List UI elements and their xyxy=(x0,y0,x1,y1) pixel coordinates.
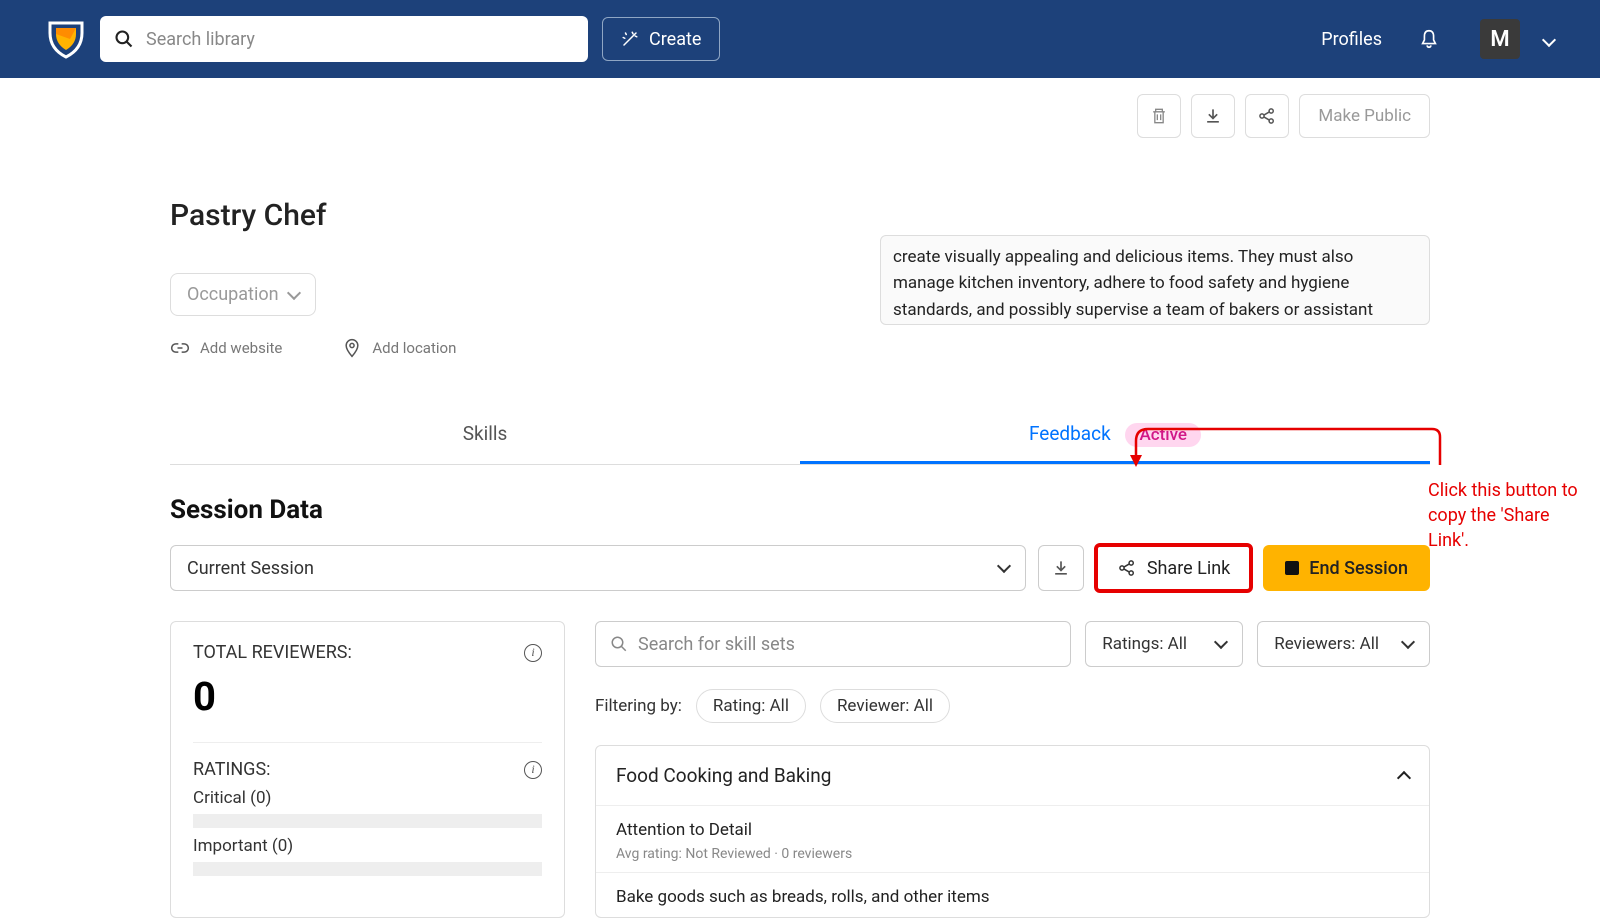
tab-feedback[interactable]: Feedback Active xyxy=(800,408,1430,464)
chevron-down-icon xyxy=(1542,32,1556,46)
chevron-down-icon xyxy=(1214,635,1228,649)
active-badge: Active xyxy=(1125,423,1201,447)
filter-pill-rating[interactable]: Rating: All xyxy=(696,689,806,723)
download-icon xyxy=(1051,558,1071,578)
session-selector-label: Current Session xyxy=(187,558,314,579)
skillset-title: Food Cooking and Baking xyxy=(616,764,831,787)
link-icon xyxy=(170,338,190,358)
share-icon-button[interactable] xyxy=(1245,94,1289,138)
add-website-button[interactable]: Add website xyxy=(170,338,282,358)
annotation-text: Click this button to copy the 'Share Lin… xyxy=(1428,478,1578,554)
library-search-input[interactable] xyxy=(146,29,574,50)
skillset-search-input[interactable] xyxy=(638,634,1056,655)
session-data-heading: Session Data xyxy=(170,495,1430,525)
user-avatar[interactable]: M xyxy=(1480,19,1520,59)
filter-pill-reviewer[interactable]: Reviewer: All xyxy=(820,689,950,723)
session-selector[interactable]: Current Session xyxy=(170,545,1026,591)
wand-icon xyxy=(621,30,639,48)
delete-button[interactable] xyxy=(1137,94,1181,138)
chevron-down-icon xyxy=(997,559,1011,573)
reviewers-filter-label: Reviewers: All xyxy=(1274,634,1379,654)
rating-important-bar xyxy=(193,862,542,876)
reviewers-card: TOTAL REVIEWERS: i 0 RATINGS: i Critical… xyxy=(170,621,565,918)
notifications-button[interactable] xyxy=(1418,28,1440,50)
ratings-filter-label: Ratings: All xyxy=(1102,634,1187,654)
rating-important-label: Important (0) xyxy=(193,836,542,856)
search-icon xyxy=(610,635,628,653)
skillset-search[interactable] xyxy=(595,621,1071,667)
library-search[interactable] xyxy=(100,16,588,62)
skill-title: Attention to Detail xyxy=(616,820,1409,840)
skill-item[interactable]: Attention to Detail Avg rating: Not Revi… xyxy=(596,805,1429,872)
brand-logo xyxy=(46,19,86,59)
bell-icon xyxy=(1418,28,1440,50)
reviewers-filter[interactable]: Reviewers: All xyxy=(1257,621,1430,667)
search-icon xyxy=(114,29,134,49)
tab-skills[interactable]: Skills xyxy=(170,408,800,464)
occupation-label: Occupation xyxy=(187,284,279,305)
description-textarea[interactable] xyxy=(880,235,1430,325)
trash-icon xyxy=(1149,106,1169,126)
total-reviewers-label: TOTAL REVIEWERS: xyxy=(193,642,352,663)
download-button[interactable] xyxy=(1191,94,1235,138)
top-nav: Create Profiles M xyxy=(0,0,1600,78)
chevron-down-icon xyxy=(1401,635,1415,649)
chevron-up-icon xyxy=(1397,770,1411,784)
page-actions: Make Public xyxy=(170,94,1430,138)
make-public-button[interactable]: Make Public xyxy=(1299,94,1430,138)
profiles-link[interactable]: Profiles xyxy=(1321,29,1382,50)
end-session-button[interactable]: End Session xyxy=(1263,545,1430,591)
ratings-label: RATINGS: xyxy=(193,759,270,780)
skill-item[interactable]: Bake goods such as breads, rolls, and ot… xyxy=(596,872,1429,917)
info-icon[interactable]: i xyxy=(524,644,542,662)
share-link-button[interactable]: Share Link xyxy=(1096,545,1251,591)
create-button[interactable]: Create xyxy=(602,17,720,61)
skill-title: Bake goods such as breads, rolls, and ot… xyxy=(616,887,1409,907)
download-session-button[interactable] xyxy=(1038,545,1084,591)
share-icon xyxy=(1117,558,1137,578)
skillset-group: Food Cooking and Baking Attention to Det… xyxy=(595,745,1430,918)
share-link-label: Share Link xyxy=(1147,558,1230,579)
rating-critical-bar xyxy=(193,814,542,828)
tabs: Skills Feedback Active xyxy=(170,408,1430,465)
tab-feedback-label: Feedback xyxy=(1029,422,1111,445)
share-icon xyxy=(1257,106,1277,126)
occupation-selector[interactable]: Occupation xyxy=(170,273,316,316)
rating-critical-label: Critical (0) xyxy=(193,788,542,808)
user-menu-toggle[interactable] xyxy=(1544,30,1554,49)
page-title: Pastry Chef xyxy=(170,198,1430,233)
add-location-label: Add location xyxy=(372,339,456,357)
total-reviewers-value: 0 xyxy=(193,673,542,720)
add-location-button[interactable]: Add location xyxy=(342,338,456,358)
ratings-filter[interactable]: Ratings: All xyxy=(1085,621,1243,667)
filtering-by-label: Filtering by: xyxy=(595,696,682,716)
create-label: Create xyxy=(649,29,701,50)
skillset-toggle[interactable]: Food Cooking and Baking xyxy=(596,746,1429,805)
info-icon[interactable]: i xyxy=(524,761,542,779)
add-website-label: Add website xyxy=(200,339,282,357)
skill-meta: Avg rating: Not Reviewed · 0 reviewers xyxy=(616,846,1409,862)
stop-icon xyxy=(1285,561,1299,575)
location-icon xyxy=(342,338,362,358)
end-session-label: End Session xyxy=(1309,558,1408,579)
download-icon xyxy=(1203,106,1223,126)
chevron-down-icon xyxy=(286,285,300,299)
